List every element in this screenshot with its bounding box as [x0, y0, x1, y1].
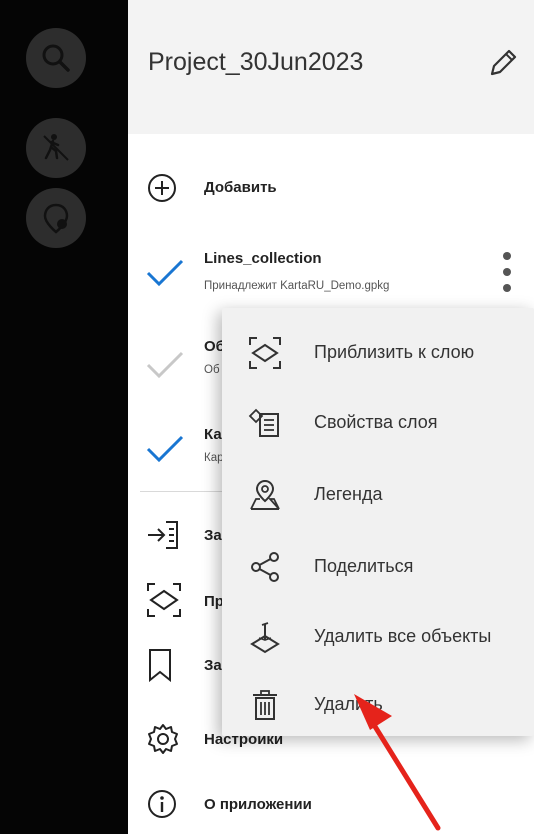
checkmark-icon[interactable]	[146, 434, 184, 464]
trash-icon	[253, 690, 277, 720]
location-button[interactable]	[26, 188, 86, 248]
layer-properties-icon	[248, 408, 279, 437]
menu-item-label: Удалить все объекты	[314, 626, 492, 646]
drawer-header: Project_30Jun2023	[128, 0, 534, 134]
legend-map-icon	[250, 479, 280, 510]
layer-subtitle: Кар	[204, 452, 224, 464]
annotation-arrow-icon	[354, 694, 441, 831]
project-title: Project_30Jun2023	[148, 48, 364, 76]
drawer-item-label: За	[204, 527, 222, 544]
menu-item-label: Приблизить к слою	[314, 342, 475, 362]
layer-title: Lines_collection	[204, 250, 322, 267]
walk-route-icon	[43, 134, 69, 161]
delete-features-icon	[250, 622, 280, 654]
drawer-item-label: За	[204, 657, 222, 674]
zoom-layer-icon	[147, 583, 181, 617]
menu-item-label: Поделиться	[314, 556, 414, 576]
bookmark-icon	[149, 649, 171, 682]
drawer-item-label: О приложении	[204, 796, 312, 813]
add-layer-button[interactable]: Добавить	[128, 170, 534, 210]
zoom-to-layer-icon	[249, 337, 281, 369]
route-button[interactable]	[26, 118, 86, 178]
layer-title: Ка	[204, 426, 222, 443]
layer-item[interactable]: Lines_collection Принадлежит KartaRU_Dem…	[128, 240, 534, 302]
drawer-item-label: Пр	[204, 593, 224, 610]
more-options-icon[interactable]	[502, 250, 512, 294]
menu-item-zoom-to-layer[interactable]: Приблизить к слою	[222, 318, 534, 388]
layer-subtitle: Об	[204, 364, 220, 376]
add-label: Добавить	[204, 179, 277, 196]
gear-icon	[148, 724, 178, 754]
import-icon	[148, 521, 178, 549]
pencil-icon[interactable]	[486, 46, 520, 80]
menu-item-label: Легенда	[314, 484, 383, 504]
share-icon	[251, 552, 279, 582]
menu-item-delete-all-features[interactable]: Удалить все объекты	[222, 602, 534, 672]
checkmark-icon[interactable]	[146, 350, 184, 380]
info-icon	[148, 790, 176, 818]
layer-subtitle: Принадлежит KartaRU_Demo.gpkg	[204, 280, 390, 292]
checkmark-icon[interactable]	[146, 258, 184, 288]
menu-item-legend[interactable]: Легенда	[222, 460, 534, 530]
plus-circle-icon	[148, 174, 176, 202]
menu-item-share[interactable]: Поделиться	[222, 532, 534, 602]
menu-item-layer-properties[interactable]: Свойства слоя	[222, 388, 534, 458]
search-button[interactable]	[26, 28, 86, 88]
menu-item-label: Свойства слоя	[314, 412, 438, 432]
layer-context-menu: Приблизить к слою Свойства слоя Легенда	[222, 308, 534, 736]
search-icon	[42, 44, 70, 72]
location-off-icon	[43, 203, 69, 234]
map-area[interactable]	[0, 0, 128, 834]
